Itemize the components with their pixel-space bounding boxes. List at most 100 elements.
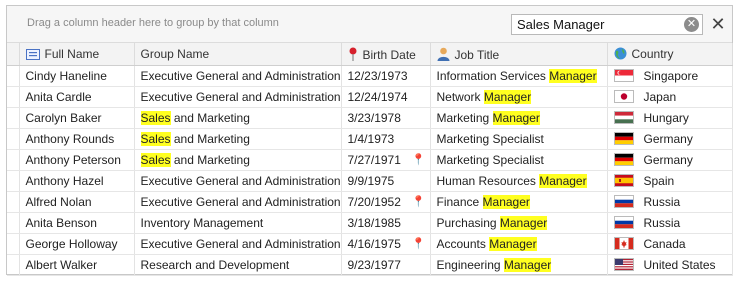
cell-birth-date[interactable]: 3/18/1985 — [341, 212, 431, 234]
column-header-job-title[interactable]: Job Title — [430, 43, 608, 66]
cell-birth-date[interactable]: 1/4/1973 — [341, 128, 431, 150]
country-text: Canada — [643, 237, 686, 251]
row-indicator[interactable] — [7, 191, 20, 213]
full-name-text: Alfred Nolan — [25, 195, 92, 209]
cell-full-name[interactable]: Alfred Nolan — [19, 191, 135, 213]
cell-job-title[interactable]: Marketing Specialist — [430, 149, 608, 171]
group-panel[interactable]: Drag a column header here to group by th… — [7, 6, 732, 43]
row-indicator[interactable] — [7, 86, 20, 108]
row-indicator[interactable] — [7, 107, 20, 129]
cell-job-title[interactable]: Human Resources Manager — [430, 170, 608, 192]
table-row[interactable]: Anthony Rounds Sales and Marketing 1/4/197… — [7, 128, 733, 150]
cell-job-title[interactable]: Engineering Manager — [430, 254, 608, 276]
cell-full-name[interactable]: Anita Cardle — [19, 86, 135, 108]
cell-job-title[interactable]: Purchasing Manager — [430, 212, 608, 234]
birth-date-text: 12/23/1973 — [347, 69, 408, 83]
column-header-birth-date[interactable]: Birth Date — [341, 43, 431, 66]
table-row[interactable]: Cindy Haneline Executive General and Admi… — [7, 65, 733, 87]
row-indicator[interactable] — [7, 65, 20, 87]
cell-country[interactable]: Spain — [607, 170, 733, 192]
cell-job-title[interactable]: Accounts Manager — [430, 233, 608, 255]
cell-birth-date[interactable]: 3/23/1978 — [341, 107, 431, 129]
row-indicator[interactable] — [7, 170, 20, 192]
job-title-text: Network — [436, 90, 484, 104]
cell-birth-date[interactable]: 9/23/1977 — [341, 254, 431, 276]
pin-icon — [349, 47, 356, 61]
row-indicator[interactable] — [7, 149, 20, 171]
group-name-text: and Marketing — [170, 153, 250, 167]
cell-country[interactable]: Singapore — [607, 65, 733, 87]
cell-job-title[interactable]: Marketing Manager — [430, 107, 608, 129]
cell-full-name[interactable]: George Holloway — [19, 233, 135, 255]
cell-birth-date[interactable]: 7/20/1952 📍 — [341, 191, 431, 213]
cell-full-name[interactable]: Albert Walker — [19, 254, 135, 276]
cell-job-title[interactable]: Marketing Specialist — [430, 128, 608, 150]
table-row[interactable]: Albert Walker Research and Development 9/2… — [7, 254, 733, 276]
cell-group-name[interactable]: Executive General and Administration — [134, 191, 342, 213]
clear-search-icon[interactable]: ✕ — [684, 17, 699, 32]
cell-full-name[interactable]: Cindy Haneline — [19, 65, 135, 87]
column-header-full-name[interactable]: Full Name — [19, 43, 135, 66]
row-indicator[interactable] — [7, 233, 20, 255]
search-input[interactable] — [517, 16, 677, 33]
cell-job-title[interactable]: Network Manager — [430, 86, 608, 108]
table-row[interactable]: Anthony Hazel Executive General and Admin… — [7, 170, 733, 192]
country-text: Russia — [643, 195, 681, 209]
cell-full-name[interactable]: Carolyn Baker — [19, 107, 135, 129]
row-indicator[interactable] — [7, 128, 20, 150]
column-header-group-name[interactable]: Group Name — [134, 43, 342, 66]
table-row[interactable]: Anita Cardle Executive General and Admini… — [7, 86, 733, 108]
column-header-country[interactable]: Country — [607, 43, 733, 66]
table-row[interactable]: Anita Benson Inventory Management 3/18/198… — [7, 212, 733, 234]
table-row[interactable]: Anthony Peterson Sales and Marketing 7/27/… — [7, 149, 733, 171]
cell-group-name[interactable]: Executive General and Administration — [134, 65, 342, 87]
cell-country[interactable]: Germany — [607, 149, 733, 171]
cell-full-name[interactable]: Anita Benson — [19, 212, 135, 234]
cell-full-name[interactable]: Anthony Peterson — [19, 149, 135, 171]
spain-flag-icon — [613, 174, 634, 187]
cell-job-title[interactable]: Information Services Manager — [430, 65, 608, 87]
cell-job-title[interactable]: Finance Manager — [430, 191, 608, 213]
job-title-text: Marketing Specialist — [436, 153, 544, 167]
search-highlight: Manager — [503, 258, 552, 272]
country-text: Singapore — [643, 69, 699, 83]
cell-full-name[interactable]: Anthony Hazel — [19, 170, 135, 192]
cell-country[interactable]: Russia — [607, 191, 733, 213]
birth-date-text: 3/18/1985 — [347, 216, 401, 230]
cell-birth-date[interactable]: 4/16/1975 📍 — [341, 233, 431, 255]
cell-group-name[interactable]: Sales and Marketing — [134, 128, 342, 150]
cell-birth-date[interactable]: 12/23/1973 — [341, 65, 431, 87]
cell-country[interactable]: Japan — [607, 86, 733, 108]
group-name-text: Research and Development — [140, 258, 290, 272]
hungary-flag-icon — [613, 111, 634, 124]
cell-group-name[interactable]: Research and Development — [134, 254, 342, 276]
close-search-icon[interactable]: ✕ — [709, 14, 727, 34]
row-indicator[interactable] — [7, 212, 20, 234]
full-name-text: Anthony Hazel — [25, 174, 104, 188]
cell-country[interactable]: Germany — [607, 128, 733, 150]
cell-birth-date[interactable]: 12/24/1974 — [341, 86, 431, 108]
cell-group-name[interactable]: Sales and Marketing — [134, 149, 342, 171]
cell-group-name[interactable]: Executive General and Administration — [134, 86, 342, 108]
cell-country[interactable]: Hungary — [607, 107, 733, 129]
cell-group-name[interactable]: Executive General and Administration — [134, 170, 342, 192]
cell-group-name[interactable]: Inventory Management — [134, 212, 342, 234]
cell-group-name[interactable]: Sales and Marketing — [134, 107, 342, 129]
pin-icon: 📍 — [411, 196, 426, 208]
cell-group-name[interactable]: Executive General and Administration — [134, 233, 342, 255]
cell-country[interactable]: United States — [607, 254, 733, 276]
job-title-text: Purchasing — [436, 216, 500, 230]
full-name-text: Anita Benson — [25, 216, 97, 230]
table-row[interactable]: Alfred Nolan Executive General and Admini… — [7, 191, 733, 213]
full-name-text: Albert Walker — [25, 258, 98, 272]
group-name-text: Executive General and Administration — [140, 237, 341, 251]
table-row[interactable]: George Holloway Executive General and Adm… — [7, 233, 733, 255]
cell-country[interactable]: Russia — [607, 212, 733, 234]
cell-birth-date[interactable]: 7/27/1971 📍 — [341, 149, 431, 171]
row-indicator[interactable] — [7, 254, 20, 276]
search-box[interactable]: ✕ — [511, 14, 703, 35]
table-row[interactable]: Carolyn Baker Sales and Marketing 3/23/197… — [7, 107, 733, 129]
cell-country[interactable]: Canada — [607, 233, 733, 255]
cell-birth-date[interactable]: 9/9/1975 — [341, 170, 431, 192]
cell-full-name[interactable]: Anthony Rounds — [19, 128, 135, 150]
